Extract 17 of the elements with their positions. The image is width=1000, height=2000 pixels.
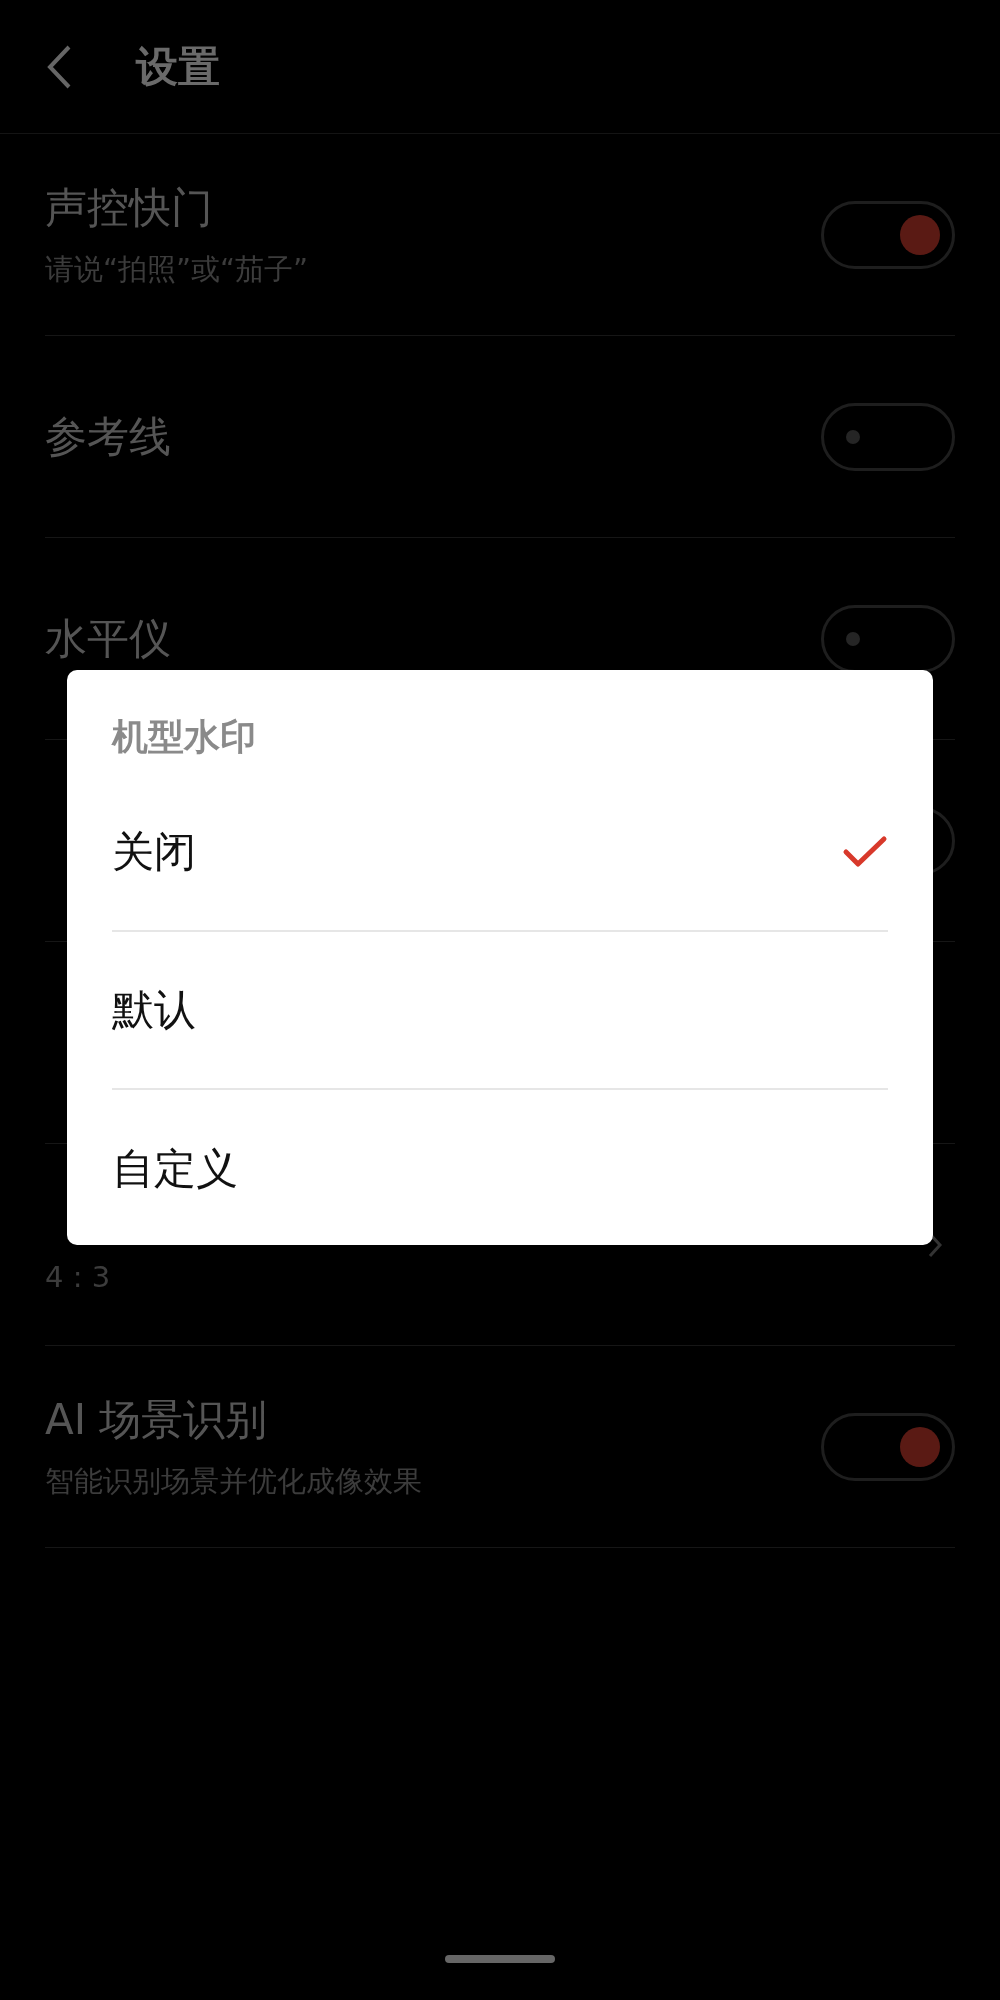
back-icon[interactable] [46, 43, 72, 90]
setting-title: AI 场景识别 [45, 1393, 269, 1446]
option-item[interactable]: 关闭 [112, 774, 888, 932]
option-item[interactable]: 默认 [112, 932, 888, 1090]
toggle-switch[interactable] [821, 1412, 955, 1481]
page-title: 设置 [136, 40, 220, 93]
setting-title: 声控快门 [45, 181, 214, 234]
setting-subtitle: 请说“拍照”或“茄子” [45, 250, 309, 288]
setting-subtitle: 4 : 3 [45, 1259, 111, 1294]
toggle-switch[interactable] [821, 402, 955, 471]
setting-title: 水平仪 [45, 612, 171, 665]
option-item[interactable]: 自定义 [112, 1090, 888, 1248]
dialog-title: 机型水印 [112, 714, 257, 759]
setting-subtitle: 智能识别场景并优化成像效果 [45, 1462, 422, 1500]
toggle-switch[interactable] [821, 200, 955, 269]
home-indicator[interactable] [445, 1955, 555, 1963]
setting-title: 参考线 [45, 410, 171, 463]
